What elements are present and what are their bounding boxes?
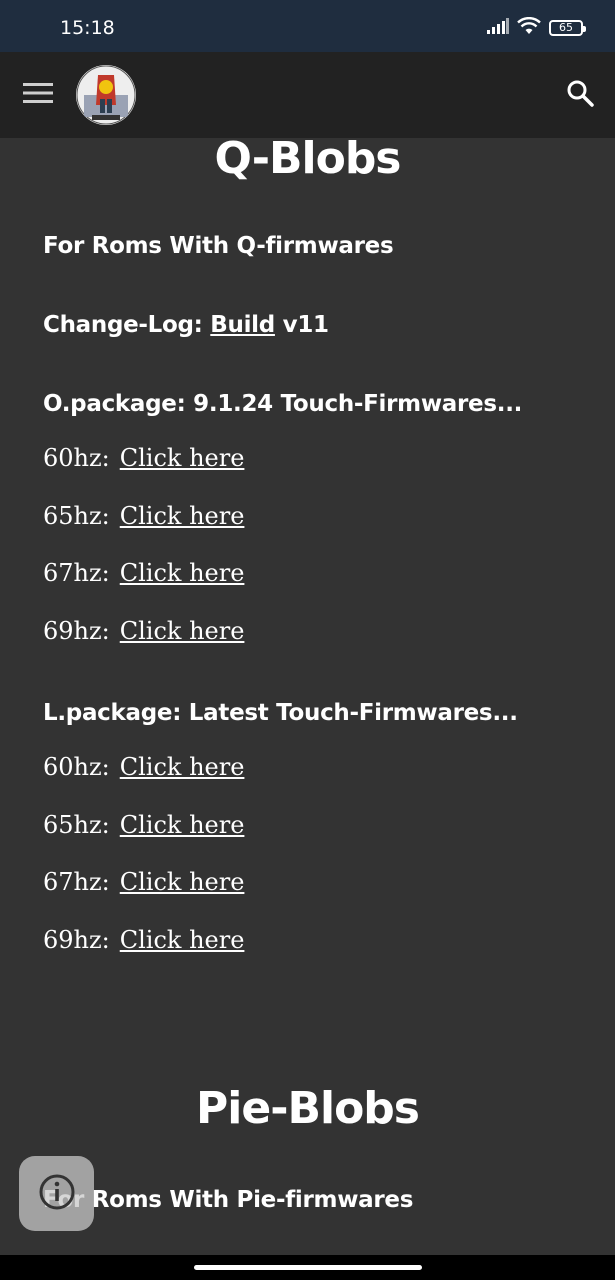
- system-nav-bar: [0, 1255, 615, 1280]
- site-logo[interactable]: [76, 65, 136, 125]
- o-package-row-69hz: 69hz: Click here: [43, 616, 244, 646]
- menu-button[interactable]: [18, 79, 58, 111]
- o-package-row-67hz: 67hz: Click here: [43, 558, 244, 588]
- click-here-link[interactable]: Click here: [120, 502, 245, 530]
- changelog-prefix: Change-Log:: [43, 312, 211, 338]
- battery-level: 65: [559, 21, 573, 34]
- changelog-build-link[interactable]: Build: [210, 312, 275, 338]
- click-here-link[interactable]: Click here: [120, 444, 245, 472]
- q-blobs-subtitle: For Roms With Q-firmwares: [43, 233, 394, 259]
- o-package-row-60hz: 60hz: Click here: [43, 443, 244, 473]
- row-label: 65hz:: [43, 811, 110, 839]
- l-package-heading: L.package: Latest Touch-Firmwares...: [43, 700, 518, 726]
- home-indicator[interactable]: [194, 1265, 422, 1270]
- status-bar: 15:18 65: [0, 0, 615, 52]
- row-label: 67hz:: [43, 559, 110, 587]
- battery-icon: 65: [549, 20, 586, 36]
- status-time: 15:18: [60, 17, 115, 39]
- pie-blobs-subtitle: For Roms With Pie-firmwares: [43, 1187, 414, 1213]
- click-here-link[interactable]: Click here: [120, 617, 245, 645]
- l-package-row-60hz: 60hz: Click here: [43, 752, 244, 782]
- changelog-suffix: v11: [274, 312, 329, 338]
- signal-icon: [487, 18, 509, 38]
- row-label: 65hz:: [43, 502, 110, 530]
- app-bar: [0, 52, 615, 138]
- search-icon: [566, 79, 594, 111]
- hamburger-menu-icon: [23, 82, 53, 108]
- click-here-link[interactable]: Click here: [120, 753, 245, 781]
- changelog-line: Change-Log: Build v11: [43, 310, 329, 340]
- o-package-heading: O.package: 9.1.24 Touch-Firmwares...: [43, 391, 523, 417]
- row-label: 60hz:: [43, 444, 110, 472]
- click-here-link[interactable]: Click here: [120, 811, 245, 839]
- row-label: 69hz:: [43, 617, 110, 645]
- status-icons: 65: [487, 16, 586, 39]
- q-blobs-title: Q-Blobs: [214, 133, 401, 184]
- row-label: 69hz:: [43, 926, 110, 954]
- o-package-row-65hz: 65hz: Click here: [43, 501, 244, 531]
- click-here-link[interactable]: Click here: [120, 926, 245, 954]
- click-here-link[interactable]: Click here: [120, 868, 245, 896]
- row-label: 60hz:: [43, 753, 110, 781]
- l-package-row-65hz: 65hz: Click here: [43, 810, 244, 840]
- info-button[interactable]: [19, 1156, 94, 1231]
- click-here-link[interactable]: Click here: [120, 559, 245, 587]
- pie-blobs-title: Pie-Blobs: [196, 1083, 420, 1134]
- l-package-row-67hz: 67hz: Click here: [43, 867, 244, 897]
- search-button[interactable]: [563, 78, 597, 112]
- info-icon: [37, 1172, 77, 1216]
- l-package-row-69hz: 69hz: Click here: [43, 925, 244, 955]
- wifi-icon: [517, 16, 541, 39]
- row-label: 67hz:: [43, 868, 110, 896]
